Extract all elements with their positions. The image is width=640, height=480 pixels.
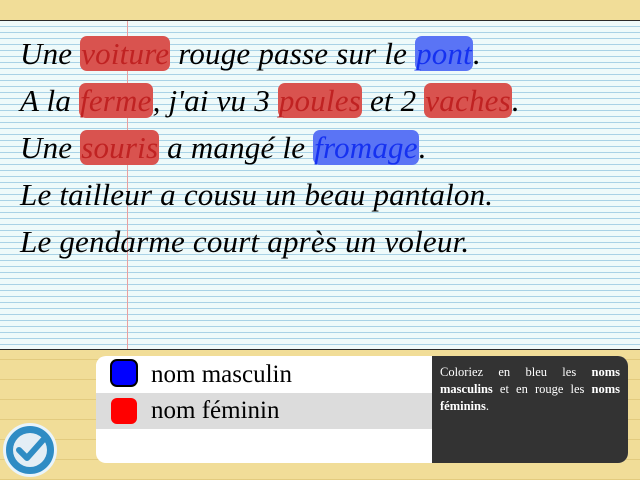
- feminine-noun[interactable]: souris: [80, 130, 160, 165]
- legend-feminine-label: nom féminin: [151, 397, 280, 424]
- sentence-text[interactable]: .: [512, 83, 520, 118]
- legend-feminine[interactable]: nom féminin: [96, 393, 432, 429]
- top-band: [0, 0, 640, 20]
- masculine-noun[interactable]: fromage: [313, 130, 419, 165]
- sentence-text[interactable]: et 2: [362, 83, 424, 118]
- sentence-text[interactable]: , j'ai vu 3: [153, 83, 278, 118]
- sentence-text[interactable]: Une: [20, 36, 80, 71]
- lined-paper: Une voiture rouge passe sur le pont. A la…: [0, 20, 640, 350]
- sentence-text[interactable]: Le gendarme court après un voleur.: [20, 224, 469, 259]
- feminine-noun[interactable]: ferme: [79, 83, 153, 118]
- blue-color-swatch[interactable]: [110, 359, 138, 387]
- feminine-noun[interactable]: vaches: [424, 83, 512, 118]
- sentence-3: Une souris a mangé le fromage.: [20, 126, 520, 173]
- sentence-text[interactable]: .: [473, 36, 481, 71]
- sentence-text[interactable]: A la: [20, 83, 79, 118]
- sentence-4: Le tailleur a cousu un beau pantalon.: [20, 173, 520, 220]
- sentence-text[interactable]: Une: [20, 130, 80, 165]
- sentence-2: A la ferme, j'ai vu 3 poules et 2 vaches…: [20, 79, 520, 126]
- sentence-text[interactable]: a mangé le: [159, 130, 313, 165]
- sentence-1: Une voiture rouge passe sur le pont.: [20, 32, 520, 79]
- sentence-5: Le gendarme court après un voleur.: [20, 220, 520, 267]
- check-button[interactable]: [3, 423, 57, 477]
- legend-panel: nom masculin nom féminin Coloriez en ble…: [96, 356, 628, 463]
- feminine-noun[interactable]: voiture: [80, 36, 171, 71]
- sentence-list: Une voiture rouge passe sur le pont. A la…: [20, 32, 520, 267]
- sentence-text[interactable]: rouge passe sur le: [170, 36, 415, 71]
- red-color-swatch[interactable]: [111, 398, 137, 424]
- feminine-noun[interactable]: poules: [277, 83, 362, 118]
- legend-masculine[interactable]: nom masculin: [96, 357, 432, 393]
- sentence-text[interactable]: Le tailleur a cousu un beau pantalon.: [20, 177, 493, 212]
- sentence-text[interactable]: .: [419, 130, 427, 165]
- checkmark-icon: [13, 433, 47, 467]
- masculine-noun[interactable]: pont: [415, 36, 473, 71]
- legend-masculine-label: nom masculin: [151, 361, 292, 388]
- instruction-text: Coloriez en bleu les noms masculins et e…: [432, 356, 628, 463]
